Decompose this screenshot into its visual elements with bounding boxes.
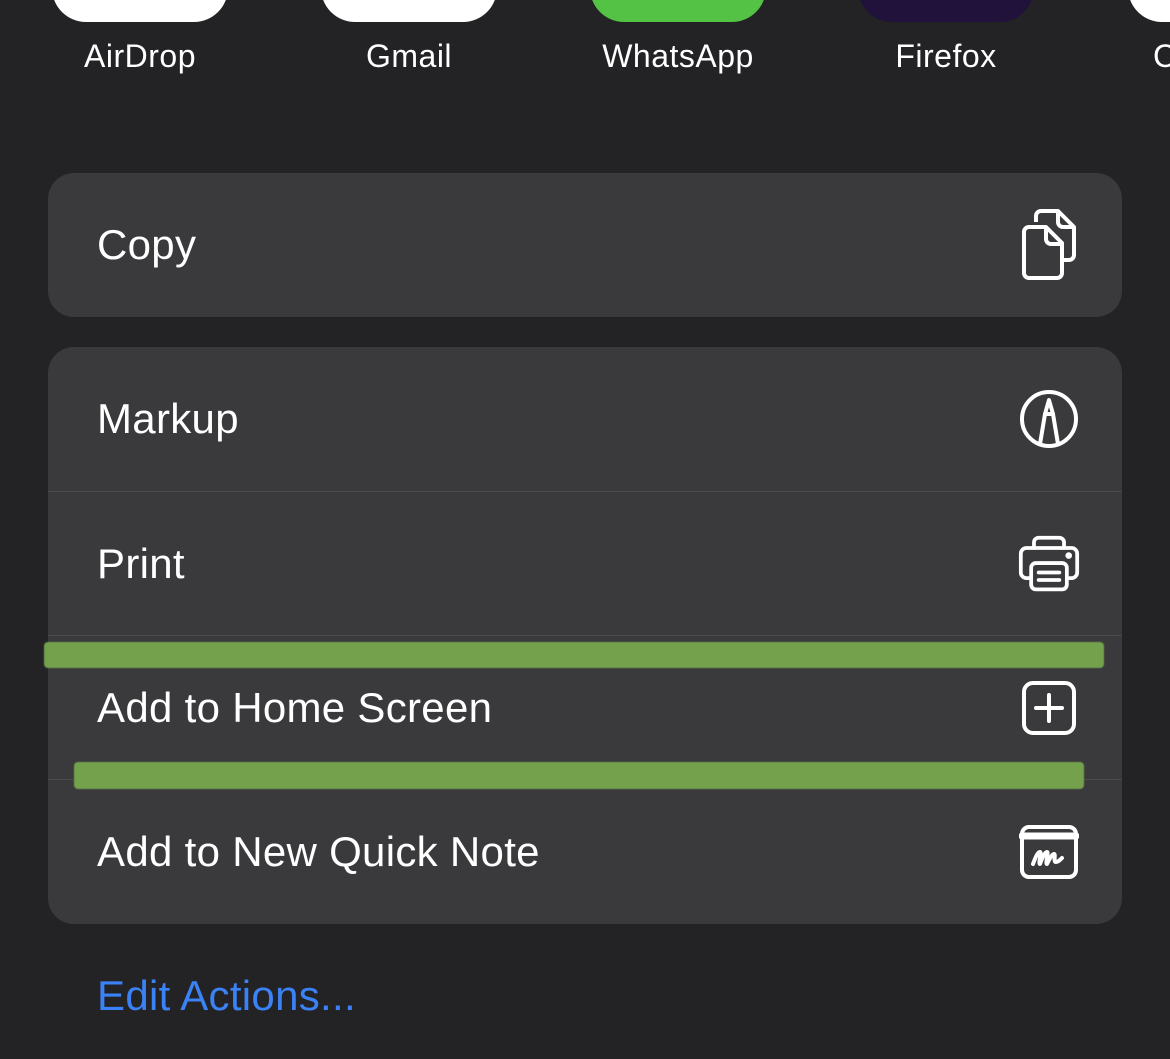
app-label-partial: C (1153, 38, 1170, 74)
gmail-icon (321, 0, 497, 22)
whatsapp-icon (590, 0, 766, 22)
action-row-markup[interactable]: Markup (48, 347, 1122, 491)
highlight-stroke-bottom (74, 762, 1084, 789)
add-to-home-screen-label: Add to Home Screen (97, 683, 493, 731)
app-whatsapp[interactable]: WhatsApp (578, 0, 778, 100)
app-row: AirDrop Gmail WhatsApp Firefox C (0, 0, 1170, 110)
app-icon (1128, 0, 1170, 22)
actions-group: Markup Print Add to Home Screen Add to N… (48, 347, 1122, 924)
copy-group: Copy (48, 173, 1122, 317)
print-label: Print (97, 539, 185, 587)
copy-icon (1018, 209, 1080, 280)
plus-square-icon (1018, 677, 1080, 739)
highlight-stroke-top (44, 642, 1104, 668)
app-label-whatsapp: WhatsApp (602, 38, 754, 74)
app-label-gmail: Gmail (365, 38, 453, 74)
action-row-print[interactable]: Print (48, 491, 1122, 635)
app-gmail[interactable]: Gmail (309, 0, 509, 100)
markup-pen-icon (1018, 388, 1080, 450)
share-sheet: AirDrop Gmail WhatsApp Firefox C Copy Ma… (0, 0, 1170, 1059)
edit-actions-link[interactable]: Edit Actions... (97, 972, 356, 1020)
firefox-icon (858, 0, 1034, 22)
app-airdrop[interactable]: AirDrop (40, 0, 240, 100)
copy-label: Copy (97, 221, 197, 268)
app-label-airdrop: AirDrop (84, 38, 196, 74)
copy-row[interactable]: Copy (48, 173, 1122, 317)
printer-icon (1018, 533, 1080, 595)
app-label-firefox: Firefox (895, 38, 997, 74)
action-row-add-to-new-quick-note[interactable]: Add to New Quick Note (48, 779, 1122, 923)
app-partial[interactable]: C (1128, 0, 1170, 100)
markup-label: Markup (97, 395, 239, 442)
app-firefox[interactable]: Firefox (846, 0, 1046, 100)
airdrop-icon (52, 0, 228, 22)
quick-note-icon (1018, 821, 1080, 883)
add-to-new-quick-note-label: Add to New Quick Note (97, 827, 540, 875)
